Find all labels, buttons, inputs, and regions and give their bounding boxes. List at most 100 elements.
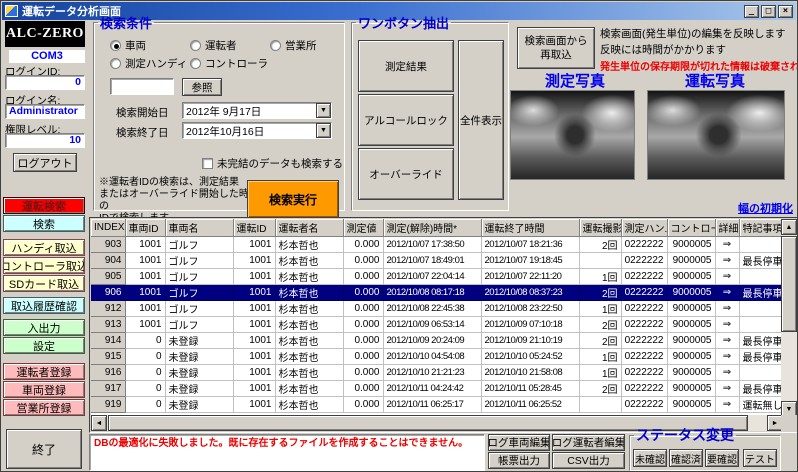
table-cell: 2012/10/10 04:54:08: [383, 348, 481, 364]
radio-driver[interactable]: 運転者: [190, 38, 237, 53]
col-header[interactable]: 詳細: [715, 219, 739, 236]
table-row[interactable]: 9131001ゴルフ1001杉本哲也0.0002012/10/09 06:53:…: [91, 316, 783, 332]
one-button-extract-title: ワンボタン抽出: [356, 13, 451, 32]
sidebar-button-io[interactable]: 入出力: [3, 319, 85, 336]
table-row[interactable]: 9061001ゴルフ1001杉本哲也0.0002012/10/08 08:17:…: [91, 284, 783, 300]
col-header[interactable]: 測定(解除)時間*: [383, 219, 481, 236]
col-header[interactable]: INDEX: [91, 219, 125, 236]
radio-office[interactable]: 営業所: [270, 38, 317, 53]
detail-arrow-icon[interactable]: ⇒: [715, 284, 739, 300]
search-id-input[interactable]: [110, 78, 174, 95]
column-width-reset-link[interactable]: 幅の初期化: [738, 200, 793, 216]
sidebar-button-settings[interactable]: 設定: [3, 337, 85, 354]
table-cell: 903: [91, 236, 125, 252]
detail-arrow-icon[interactable]: ⇒: [715, 316, 739, 332]
col-header[interactable]: 車両ID: [125, 219, 165, 236]
minimize-button[interactable]: _: [744, 5, 759, 18]
results-grid[interactable]: INDEX車両ID車両名運転ID運転者名測定値測定(解除)時間*運転終了時間運転…: [91, 219, 783, 417]
login-id-field[interactable]: 0: [5, 75, 85, 90]
override-button[interactable]: オーバーライド: [358, 148, 454, 200]
status-confirmed-button[interactable]: 確認済: [669, 449, 703, 467]
permission-level-field[interactable]: 10: [5, 133, 85, 148]
sidebar-button-search[interactable]: 検索: [3, 215, 85, 232]
detail-arrow-icon[interactable]: ⇒: [715, 252, 739, 268]
scroll-left-icon[interactable]: ◄: [91, 415, 107, 431]
col-header[interactable]: 測定ハン..: [621, 219, 667, 236]
table-cell: 2012/10/09 20:24:09: [383, 332, 481, 348]
detail-arrow-icon[interactable]: ⇒: [715, 300, 739, 316]
table-cell: 0.000: [343, 300, 383, 316]
sidebar-button-driver-register[interactable]: 運転者登録: [3, 363, 85, 380]
table-cell: 0.000: [343, 284, 383, 300]
scroll-up-icon[interactable]: ▲: [781, 219, 797, 235]
start-date-select[interactable]: 2012年 9月17日 ▼: [182, 102, 332, 119]
log-vehicle-edit-button[interactable]: ログ車両編集: [488, 434, 550, 451]
radio-handy[interactable]: 測定ハンディ: [110, 56, 187, 71]
table-cell: 0: [125, 348, 165, 364]
sidebar-button-sdcard-import[interactable]: SDカード取込: [3, 275, 85, 292]
col-header[interactable]: 車両名: [165, 219, 233, 236]
table-row[interactable]: 9140未登録1001杉本哲也0.0002012/10/09 20:24:092…: [91, 332, 783, 348]
sidebar-button-controller-import[interactable]: コントローラ取込: [3, 257, 85, 274]
start-date-label: 検索開始日: [116, 105, 169, 120]
table-cell: [739, 316, 783, 332]
table-cell: 1001: [233, 348, 275, 364]
log-driver-edit-button[interactable]: ログ運転者編集: [552, 434, 625, 451]
logout-button[interactable]: ログアウト: [13, 153, 77, 172]
refetch-from-search-button[interactable]: 検索画面から 再取込: [517, 27, 595, 69]
col-header[interactable]: 運転ID: [233, 219, 275, 236]
col-header[interactable]: 運転撮影: [579, 219, 621, 236]
measurement-result-button[interactable]: 測定結果: [358, 40, 454, 92]
sidebar-button-vehicle-register[interactable]: 車両登録: [3, 381, 85, 398]
sidebar-button-office-register[interactable]: 営業所登録: [3, 399, 85, 416]
table-cell: 0222222: [621, 332, 667, 348]
detail-arrow-icon[interactable]: ⇒: [715, 268, 739, 284]
chevron-down-icon[interactable]: ▼: [316, 123, 331, 138]
status-test-button[interactable]: テスト: [743, 449, 777, 467]
col-header[interactable]: 測定値: [343, 219, 383, 236]
table-row[interactable]: 9051001ゴルフ1001杉本哲也0.0002012/10/07 22:04:…: [91, 268, 783, 284]
show-all-button[interactable]: 全件表示: [458, 40, 504, 200]
detail-arrow-icon[interactable]: ⇒: [715, 236, 739, 252]
table-row[interactable]: 9190未登録1001杉本哲也0.0002012/10/11 06:25:172…: [91, 396, 783, 412]
alcohol-lock-button[interactable]: アルコールロック: [358, 94, 454, 146]
table-cell: 2012/10/08 08:37:23: [481, 284, 579, 300]
detail-arrow-icon[interactable]: ⇒: [715, 348, 739, 364]
table-cell: 杉本哲也: [275, 284, 343, 300]
detail-arrow-icon[interactable]: ⇒: [715, 364, 739, 380]
detail-arrow-icon[interactable]: ⇒: [715, 332, 739, 348]
detail-arrow-icon[interactable]: ⇒: [715, 380, 739, 396]
table-row[interactable]: 9160未登録1001杉本哲也0.0002012/10/10 21:21:232…: [91, 364, 783, 380]
col-header[interactable]: 運転終了時間: [481, 219, 579, 236]
table-row[interactable]: 9031001ゴルフ1001杉本哲也0.0002012/10/07 17:38:…: [91, 236, 783, 252]
radio-vehicle[interactable]: 車両: [110, 38, 146, 53]
exit-button[interactable]: 終了: [6, 429, 82, 469]
end-date-select[interactable]: 2012年10月16日 ▼: [182, 122, 332, 139]
table-row[interactable]: 9041001ゴルフ1001杉本哲也0.0002012/10/07 18:49:…: [91, 252, 783, 268]
col-header[interactable]: コントローラ..: [667, 219, 715, 236]
incomplete-data-checkbox[interactable]: 未完結のデータも検索する: [202, 156, 343, 171]
csv-output-button[interactable]: CSV出力: [552, 452, 625, 469]
sidebar-button-import-history[interactable]: 取込履歴確認: [3, 297, 85, 314]
radio-controller[interactable]: コントローラ: [190, 56, 268, 71]
status-unconfirmed-button[interactable]: 未確認: [633, 449, 667, 467]
detail-arrow-icon[interactable]: ⇒: [715, 396, 739, 412]
search-execute-button[interactable]: 検索実行: [247, 180, 339, 218]
report-output-button[interactable]: 帳票出力: [488, 452, 550, 469]
vertical-scrollbar[interactable]: ▲ ▼: [781, 219, 797, 417]
status-recheck-button[interactable]: 要確認: [705, 449, 739, 467]
col-header[interactable]: 特記事項: [739, 219, 783, 236]
sidebar-button-handy-import[interactable]: ハンディ取込: [3, 239, 85, 256]
vscroll-thumb[interactable]: [781, 236, 797, 332]
table-row[interactable]: 9170未登録1001杉本哲也0.0002012/10/11 04:24:422…: [91, 380, 783, 396]
table-row[interactable]: 9121001ゴルフ1001杉本哲也0.0002012/10/08 22:45:…: [91, 300, 783, 316]
status-change-group: ステータス変更 未確認 確認済 要確認 テスト: [629, 425, 781, 471]
table-row[interactable]: 9150未登録1001杉本哲也0.0002012/10/10 04:54:082…: [91, 348, 783, 364]
chevron-down-icon[interactable]: ▼: [316, 103, 331, 118]
login-name-field[interactable]: Administrator: [5, 104, 85, 119]
sidebar-button-drive-search[interactable]: 運転検索: [3, 197, 85, 214]
close-button[interactable]: ×: [778, 5, 793, 18]
maximize-button[interactable]: □: [761, 5, 776, 18]
browse-button[interactable]: 参照: [182, 78, 222, 96]
col-header[interactable]: 運転者名: [275, 219, 343, 236]
